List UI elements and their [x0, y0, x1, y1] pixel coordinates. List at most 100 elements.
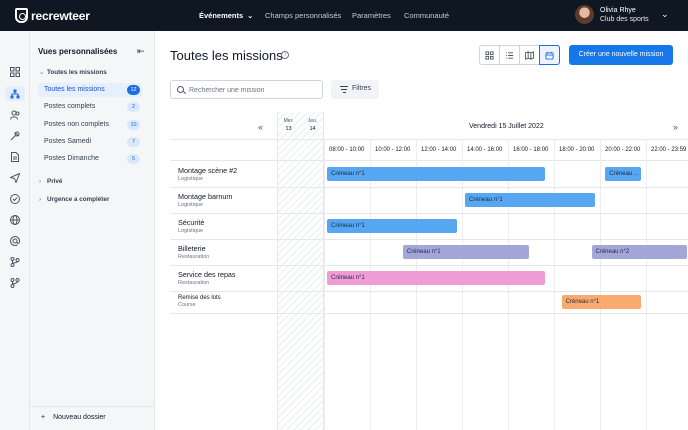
- check-circle-icon[interactable]: [10, 194, 20, 204]
- shift-bar[interactable]: Créneau n°1: [327, 271, 545, 285]
- count-badge: 2: [127, 102, 140, 112]
- day-number: 14: [309, 126, 316, 132]
- user-chevron-icon[interactable]: ⌄: [661, 9, 669, 20]
- view-item-saturday[interactable]: Postes Samedi 7: [38, 135, 142, 149]
- at-sign-icon[interactable]: [10, 236, 20, 246]
- nav-community[interactable]: Communauté: [404, 11, 449, 20]
- filters-button[interactable]: Filtres: [331, 80, 379, 99]
- next-day-button[interactable]: »: [673, 122, 678, 132]
- row-divider: [170, 213, 688, 214]
- mission-category: Restauration: [178, 280, 210, 286]
- day-name: Jeu.: [307, 118, 318, 124]
- grid-view-button[interactable]: [479, 45, 500, 65]
- view-item-sunday[interactable]: Postes Dimanche 5: [38, 152, 142, 166]
- user-menu[interactable]: Olivia Rhye Club des sports: [575, 5, 649, 24]
- mission-category: Course: [178, 302, 196, 308]
- mission-row-label[interactable]: Montage scène #2 Logistique: [178, 166, 237, 182]
- merge-icon[interactable]: [10, 278, 20, 288]
- calendar-icon: [545, 51, 554, 60]
- calendar-grid: « Mer. 13 Jeu. 14 Vendredi 15 Juillet 20…: [170, 112, 688, 430]
- nav-settings[interactable]: Paramètres: [352, 11, 391, 20]
- list-view-button[interactable]: [499, 45, 520, 65]
- mission-row-label[interactable]: Billeterie Restauration: [178, 244, 209, 260]
- day-name: Mer.: [283, 118, 294, 124]
- mission-title: Montage barnum: [178, 192, 233, 201]
- document-icon[interactable]: [10, 152, 20, 162]
- avatar: [575, 5, 594, 24]
- page-title: Toutes les missions: [170, 48, 283, 63]
- users-icon[interactable]: [10, 110, 20, 120]
- search-input[interactable]: [189, 84, 317, 96]
- row-divider: [170, 291, 688, 292]
- view-item-complete[interactable]: Postes complets 2: [38, 100, 142, 114]
- chevron-down-icon: ⌄: [247, 13, 254, 20]
- send-icon[interactable]: [10, 173, 20, 183]
- logo-text: recrewteer: [31, 8, 90, 23]
- info-icon[interactable]: i: [281, 51, 289, 59]
- shift-bar[interactable]: Créneau n°1: [402, 245, 529, 259]
- shift-bar[interactable]: Créneau ...: [605, 167, 642, 181]
- time-slot-label: 08:00 - 10:00: [329, 147, 365, 153]
- time-slot-label: 10:00 - 12:00: [375, 147, 411, 153]
- group-missions[interactable]: ⌄ Toutes les missions: [39, 69, 107, 76]
- tools-icon[interactable]: [10, 131, 20, 141]
- mission-title: Sécurité: [178, 218, 205, 227]
- view-item-label: Postes Samedi: [44, 138, 92, 145]
- collapse-panel-icon[interactable]: ⇤: [137, 46, 145, 57]
- mission-row-label[interactable]: Montage barnum Logistique: [178, 192, 232, 208]
- slot-gridline: [646, 139, 647, 430]
- day-number: 13: [285, 126, 292, 132]
- new-folder-button[interactable]: + Nouveau dossier: [41, 414, 106, 421]
- mission-row-label[interactable]: Sécurité Logistique: [178, 218, 204, 234]
- group-urgent[interactable]: › Urgence a compléter: [39, 196, 109, 203]
- filters-label: Filtres: [352, 85, 372, 92]
- calendar-view-button[interactable]: [539, 45, 560, 65]
- row-divider: [170, 187, 688, 188]
- group-urgent-label: Urgence a compléter: [47, 196, 110, 203]
- search-field[interactable]: [170, 80, 323, 99]
- view-switcher: [479, 45, 560, 65]
- view-item-incomplete[interactable]: Postes non complets 10: [38, 118, 142, 132]
- mission-title: Billeterie: [178, 244, 206, 253]
- row-divider: [170, 313, 688, 314]
- filter-icon: [340, 86, 348, 95]
- chevron-down-icon: ⌄: [39, 69, 45, 76]
- header-divider: [170, 139, 688, 140]
- group-private[interactable]: › Privé: [39, 178, 62, 185]
- shift-bar[interactable]: Créneau n°1: [465, 193, 596, 207]
- mission-row-label[interactable]: Remise des lots Course: [178, 295, 221, 308]
- time-slot-label: 14:00 - 16:00: [467, 147, 503, 153]
- row-divider: [170, 265, 688, 266]
- search-icon: [177, 86, 184, 93]
- missions-icon[interactable]: [10, 89, 20, 99]
- mission-title: Remise des lots: [178, 295, 221, 301]
- count-badge: 12: [127, 85, 140, 95]
- shift-bar[interactable]: Créneau n°1: [327, 167, 545, 181]
- globe-icon[interactable]: [10, 215, 20, 225]
- slot-gridline: [554, 139, 555, 430]
- map-view-button[interactable]: [519, 45, 540, 65]
- branch-icon[interactable]: [10, 257, 20, 267]
- shift-bar[interactable]: Créneau n°1: [561, 295, 642, 309]
- panel-title: Vues personnalisées: [38, 47, 118, 56]
- chevron-right-icon: ›: [39, 178, 42, 185]
- previous-day-button[interactable]: «: [258, 122, 263, 132]
- nav-events-label: Événements: [199, 11, 244, 20]
- nav-custom-fields[interactable]: Champs personnalisés: [265, 11, 341, 20]
- shift-bar[interactable]: Créneau n°1: [327, 219, 458, 233]
- top-bar: recrewteer Événements ⌄ Champs personnali…: [0, 0, 688, 31]
- nav-events[interactable]: Événements ⌄: [199, 11, 253, 20]
- mission-title: Montage scène #2: [178, 166, 238, 175]
- new-folder-label: Nouveau dossier: [53, 414, 106, 421]
- dashboard-icon[interactable]: [10, 67, 20, 77]
- create-mission-button[interactable]: Créer une nouvelle mission: [569, 45, 673, 65]
- view-item-label: Postes Dimanche: [44, 155, 99, 162]
- shift-bar[interactable]: Créneau n°2: [591, 245, 688, 259]
- time-slot-label: 22:00 - 23:59: [651, 147, 687, 153]
- time-slot-label: 18:00 - 20:00: [559, 147, 595, 153]
- app-logo[interactable]: recrewteer: [15, 8, 90, 23]
- view-item-all-missions[interactable]: Toutes les missions 12: [38, 83, 142, 97]
- slot-gridline: [324, 139, 325, 430]
- time-slot-label: 12:00 - 14:00: [421, 147, 457, 153]
- mission-row-label[interactable]: Service des repas Restauration: [178, 270, 236, 286]
